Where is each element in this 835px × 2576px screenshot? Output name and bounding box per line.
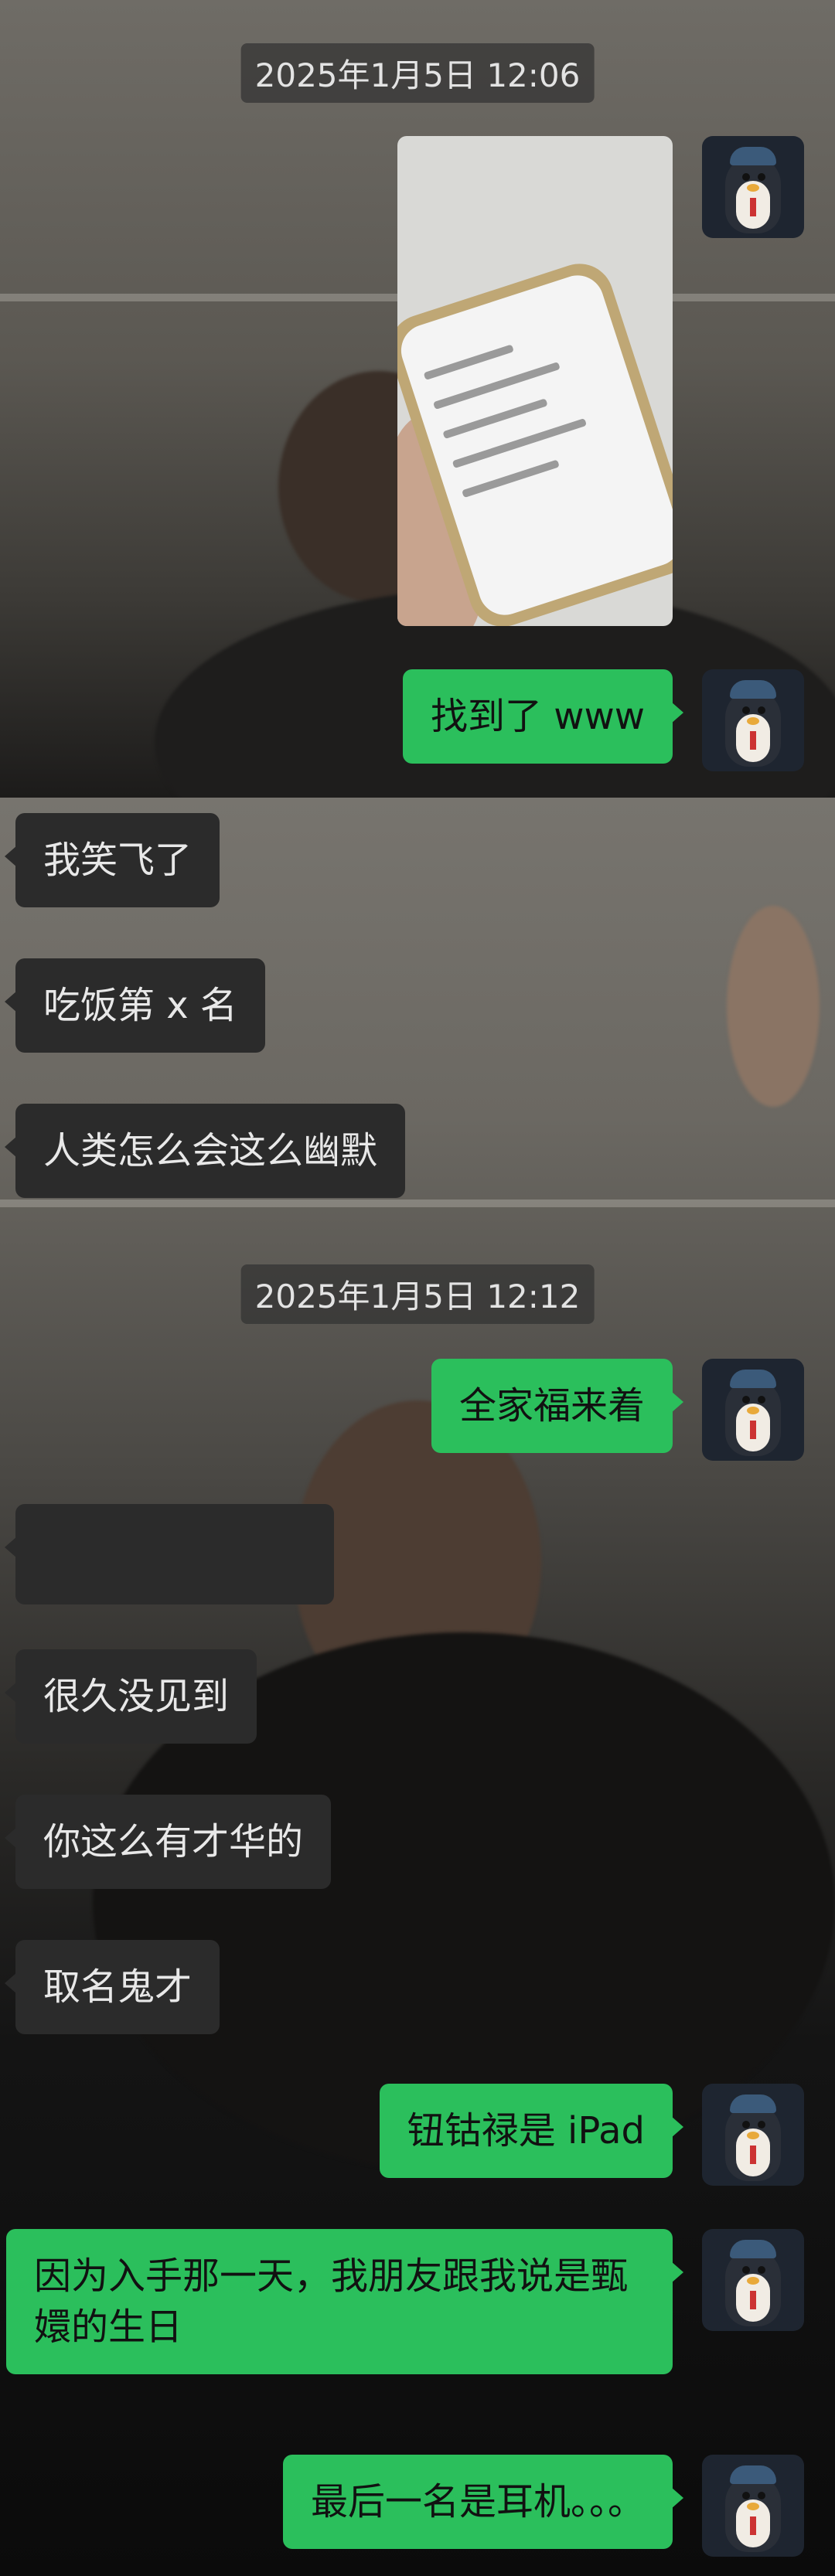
received-message[interactable]: 我笑飞了 (4, 813, 220, 907)
received-message[interactable]: 取名鬼才 (4, 1940, 220, 2034)
received-message[interactable]: 吃饭第 x 名 (5, 958, 265, 1053)
penguin-avatar-icon[interactable] (702, 2229, 804, 2331)
sent-message[interactable]: 全家福来着 (431, 1359, 684, 1453)
penguin-avatar-icon[interactable] (702, 1359, 804, 1461)
raised-hand (727, 906, 820, 1107)
received-message[interactable]: 很久没见到 (4, 1649, 257, 1744)
wall-trim (0, 1200, 835, 1207)
sent-message[interactable]: 找到了 www (402, 669, 684, 764)
timestamp: 2025年1月5日 12:12 (240, 1264, 595, 1324)
received-message-redacted[interactable] (5, 1504, 334, 1604)
image-message[interactable] (397, 136, 673, 626)
sent-message[interactable]: 因为入手那一天，我朋友跟我说是甄嬛的生日 (6, 2229, 683, 2374)
penguin-avatar-icon[interactable] (702, 669, 804, 771)
received-message[interactable]: 人类怎么会这么幽默 (4, 1104, 406, 1198)
timestamp: 2025年1月5日 12:06 (240, 43, 595, 103)
penguin-avatar-icon[interactable] (702, 136, 804, 238)
penguin-avatar-icon[interactable] (702, 2455, 804, 2557)
received-message[interactable]: 你这么有才华的 (4, 1795, 332, 1889)
sent-message[interactable]: 最后一名是耳机。。。 (282, 2455, 684, 2549)
penguin-avatar-icon[interactable] (702, 2084, 804, 2186)
sent-message[interactable]: 钮钴禄是 iPad (379, 2084, 684, 2178)
